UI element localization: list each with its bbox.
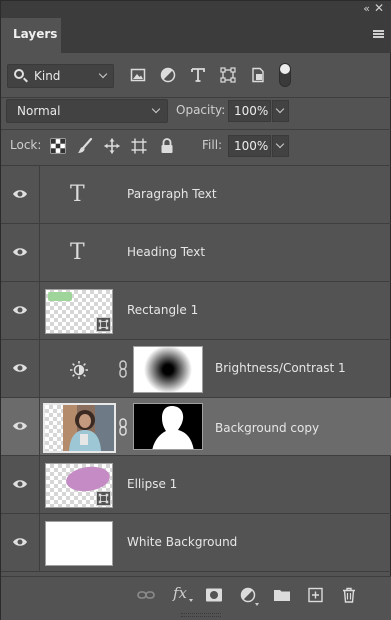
divider (1, 129, 391, 130)
layer-name[interactable]: Heading Text (127, 245, 205, 259)
link-layers-icon[interactable] (137, 587, 155, 603)
add-mask-icon[interactable] (205, 587, 223, 603)
kind-filter-dropdown[interactable]: Kind (7, 64, 114, 88)
chevron-down-icon (275, 104, 285, 114)
layer-thumbnail[interactable] (45, 289, 113, 334)
new-layer-icon[interactable] (307, 587, 325, 603)
fill-dropdown[interactable] (272, 135, 289, 157)
divider (39, 514, 40, 572)
mask-link-icon[interactable] (118, 360, 128, 378)
close-icon[interactable]: ✕ (374, 1, 384, 15)
opacity-label: Opacity: (176, 103, 226, 117)
layer-mask-thumbnail[interactable] (133, 346, 203, 393)
blend-mode-dropdown[interactable]: Normal (6, 99, 168, 123)
shape-filter-icon[interactable] (220, 67, 236, 83)
delete-icon[interactable] (340, 587, 358, 603)
blend-mode-value: Normal (17, 104, 61, 118)
opacity-field[interactable]: 100% (228, 100, 271, 122)
layer-row-paragraph-text[interactable]: T Paragraph Text (1, 166, 391, 224)
panel-menu-icon[interactable] (373, 30, 384, 38)
photo-thumbnail-image (63, 405, 114, 451)
layer-row-brightness-contrast-1[interactable]: Brightness/Contrast 1 (1, 340, 391, 398)
ellipse-shape-preview (64, 464, 112, 494)
layer-row-heading-text[interactable]: T Heading Text (1, 224, 391, 282)
lock-position-icon[interactable] (104, 138, 120, 154)
layer-row-ellipse-1[interactable]: Ellipse 1 (1, 456, 391, 514)
visibility-eye-icon[interactable] (12, 420, 28, 432)
layer-thumbnail[interactable] (43, 403, 116, 453)
image-filter-icon[interactable] (130, 67, 146, 83)
smart-object-filter-icon[interactable] (250, 67, 266, 83)
layer-name[interactable]: Ellipse 1 (127, 477, 177, 491)
type-filter-icon[interactable] (190, 67, 206, 83)
collapse-icon[interactable]: « (363, 2, 370, 15)
group-folder-icon[interactable] (273, 587, 291, 603)
layer-name[interactable]: Background copy (215, 421, 319, 435)
resize-handle[interactable] (181, 613, 221, 617)
lock-all-icon[interactable] (159, 138, 175, 154)
filter-toggle[interactable] (279, 63, 291, 87)
layer-name[interactable]: White Background (127, 535, 237, 549)
mask-link-icon[interactable] (118, 418, 128, 436)
fill-field[interactable]: 100% (228, 135, 271, 157)
visibility-eye-icon[interactable] (12, 304, 28, 316)
layers-footer: fx (1, 576, 391, 620)
divider (39, 398, 40, 456)
fill-label: Fill: (202, 138, 223, 152)
text-layer-icon: T (70, 182, 85, 207)
text-layer-icon: T (70, 240, 85, 265)
chevron-down-icon (275, 139, 285, 149)
layer-name[interactable]: Brightness/Contrast 1 (215, 361, 346, 375)
visibility-eye-icon[interactable] (12, 246, 28, 258)
layer-row-background-copy[interactable]: Background copy (1, 398, 391, 456)
mask-silhouette (152, 406, 194, 449)
layer-mask-thumbnail[interactable] (133, 403, 203, 450)
lock-image-pixels-icon[interactable] (77, 138, 93, 154)
lock-label: Lock: (10, 138, 42, 152)
tab-bar: Layers (1, 18, 391, 53)
chevron-down-icon (255, 603, 259, 606)
lock-artboard-icon[interactable] (131, 138, 147, 154)
adjustment-layer-icon[interactable] (239, 587, 257, 603)
kind-label: Kind (34, 69, 61, 83)
panel-top-strip: « ✕ (1, 1, 391, 18)
layer-row-rectangle-1[interactable]: Rectangle 1 (1, 282, 391, 340)
chevron-down-icon (151, 104, 161, 114)
visibility-eye-icon[interactable] (12, 478, 28, 490)
visibility-eye-icon[interactable] (12, 536, 28, 548)
shape-layer-icon (96, 491, 111, 506)
divider (39, 282, 40, 340)
divider (39, 224, 40, 282)
chevron-down-icon (189, 599, 193, 602)
lock-row: Lock: Fill: 100% (1, 132, 391, 160)
visibility-eye-icon[interactable] (12, 362, 28, 374)
opacity-dropdown[interactable] (272, 100, 289, 122)
adjustment-filter-icon[interactable] (160, 67, 176, 83)
search-icon (14, 69, 24, 79)
layer-name[interactable]: Paragraph Text (127, 187, 217, 201)
divider (39, 340, 40, 398)
divider (39, 456, 40, 514)
divider (39, 166, 40, 224)
shape-layer-icon (96, 317, 111, 332)
filter-row: Kind (1, 53, 391, 97)
visibility-eye-icon[interactable] (12, 188, 28, 200)
chevron-down-icon (98, 69, 108, 79)
layer-thumbnail[interactable] (45, 521, 113, 566)
lock-transparent-pixels-icon[interactable] (50, 138, 66, 154)
fx-icon[interactable]: fx (173, 584, 187, 602)
tab-layers[interactable]: Layers (1, 18, 61, 53)
layer-row-white-background[interactable]: White Background (1, 514, 391, 572)
blend-row: Normal Opacity: 100% (1, 98, 391, 126)
layer-name[interactable]: Rectangle 1 (127, 303, 198, 317)
layers-panel: « ✕ Layers Kind Normal Opacity: 100% Loc… (0, 0, 391, 620)
brightness-contrast-icon (70, 361, 88, 379)
rectangle-shape-preview (48, 292, 72, 301)
layer-thumbnail[interactable] (45, 463, 113, 508)
